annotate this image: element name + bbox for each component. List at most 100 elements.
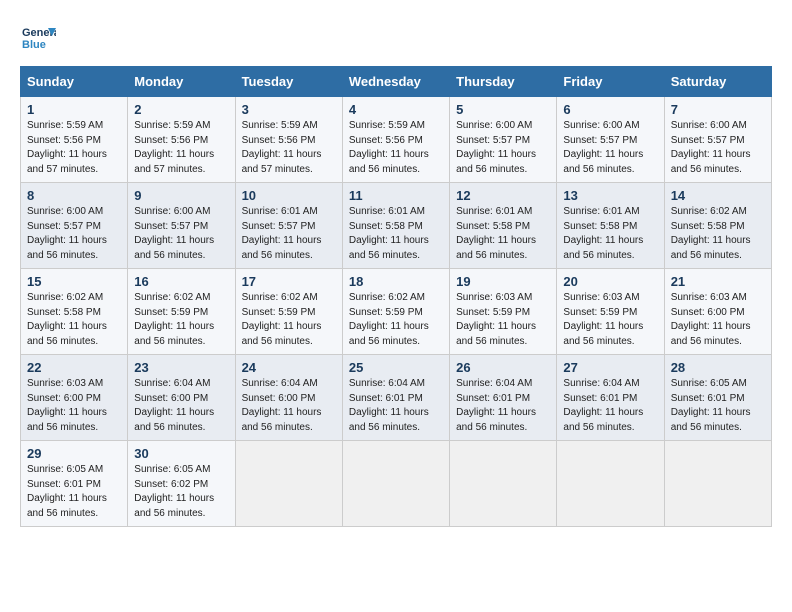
day-number: 27	[563, 360, 657, 375]
weekday-header-thursday: Thursday	[450, 67, 557, 97]
calendar-table: SundayMondayTuesdayWednesdayThursdayFrid…	[20, 66, 772, 527]
day-number: 6	[563, 102, 657, 117]
calendar-cell	[342, 441, 449, 527]
day-detail: Sunrise: 6:05 AMSunset: 6:01 PMDaylight:…	[27, 464, 107, 519]
calendar-cell: 26 Sunrise: 6:04 AMSunset: 6:01 PMDaylig…	[450, 355, 557, 441]
day-detail: Sunrise: 6:01 AMSunset: 5:57 PMDaylight:…	[242, 206, 322, 261]
day-detail: Sunrise: 6:00 AMSunset: 5:57 PMDaylight:…	[563, 120, 643, 175]
calendar-cell: 1 Sunrise: 5:59 AMSunset: 5:56 PMDayligh…	[21, 97, 128, 183]
logo-icon: General Blue	[20, 20, 56, 56]
calendar-cell: 11 Sunrise: 6:01 AMSunset: 5:58 PMDaylig…	[342, 183, 449, 269]
day-detail: Sunrise: 6:02 AMSunset: 5:58 PMDaylight:…	[27, 292, 107, 347]
day-number: 15	[27, 274, 121, 289]
day-number: 19	[456, 274, 550, 289]
day-number: 17	[242, 274, 336, 289]
day-number: 4	[349, 102, 443, 117]
day-number: 2	[134, 102, 228, 117]
day-number: 1	[27, 102, 121, 117]
calendar-cell: 4 Sunrise: 5:59 AMSunset: 5:56 PMDayligh…	[342, 97, 449, 183]
day-detail: Sunrise: 6:01 AMSunset: 5:58 PMDaylight:…	[456, 206, 536, 261]
calendar-week-5: 29 Sunrise: 6:05 AMSunset: 6:01 PMDaylig…	[21, 441, 772, 527]
day-number: 29	[27, 446, 121, 461]
calendar-cell: 7 Sunrise: 6:00 AMSunset: 5:57 PMDayligh…	[664, 97, 771, 183]
calendar-cell: 15 Sunrise: 6:02 AMSunset: 5:58 PMDaylig…	[21, 269, 128, 355]
day-number: 14	[671, 188, 765, 203]
day-number: 30	[134, 446, 228, 461]
weekday-header-friday: Friday	[557, 67, 664, 97]
day-number: 10	[242, 188, 336, 203]
calendar-cell	[557, 441, 664, 527]
day-detail: Sunrise: 6:03 AMSunset: 5:59 PMDaylight:…	[456, 292, 536, 347]
weekday-header-monday: Monday	[128, 67, 235, 97]
calendar-cell: 13 Sunrise: 6:01 AMSunset: 5:58 PMDaylig…	[557, 183, 664, 269]
calendar-week-2: 8 Sunrise: 6:00 AMSunset: 5:57 PMDayligh…	[21, 183, 772, 269]
day-detail: Sunrise: 5:59 AMSunset: 5:56 PMDaylight:…	[349, 120, 429, 175]
day-number: 23	[134, 360, 228, 375]
svg-text:Blue: Blue	[22, 39, 46, 51]
weekday-header-wednesday: Wednesday	[342, 67, 449, 97]
calendar-cell: 10 Sunrise: 6:01 AMSunset: 5:57 PMDaylig…	[235, 183, 342, 269]
day-detail: Sunrise: 5:59 AMSunset: 5:56 PMDaylight:…	[242, 120, 322, 175]
day-detail: Sunrise: 5:59 AMSunset: 5:56 PMDaylight:…	[27, 120, 107, 175]
calendar-cell: 23 Sunrise: 6:04 AMSunset: 6:00 PMDaylig…	[128, 355, 235, 441]
day-detail: Sunrise: 6:04 AMSunset: 6:01 PMDaylight:…	[349, 378, 429, 433]
page-header: General Blue	[20, 20, 772, 56]
day-detail: Sunrise: 6:05 AMSunset: 6:02 PMDaylight:…	[134, 464, 214, 519]
day-detail: Sunrise: 5:59 AMSunset: 5:56 PMDaylight:…	[134, 120, 214, 175]
day-number: 24	[242, 360, 336, 375]
calendar-cell: 5 Sunrise: 6:00 AMSunset: 5:57 PMDayligh…	[450, 97, 557, 183]
calendar-cell: 17 Sunrise: 6:02 AMSunset: 5:59 PMDaylig…	[235, 269, 342, 355]
calendar-body: 1 Sunrise: 5:59 AMSunset: 5:56 PMDayligh…	[21, 97, 772, 527]
day-detail: Sunrise: 6:00 AMSunset: 5:57 PMDaylight:…	[27, 206, 107, 261]
day-detail: Sunrise: 6:00 AMSunset: 5:57 PMDaylight:…	[671, 120, 751, 175]
calendar-cell: 25 Sunrise: 6:04 AMSunset: 6:01 PMDaylig…	[342, 355, 449, 441]
calendar-cell: 19 Sunrise: 6:03 AMSunset: 5:59 PMDaylig…	[450, 269, 557, 355]
day-number: 22	[27, 360, 121, 375]
day-number: 28	[671, 360, 765, 375]
calendar-cell: 28 Sunrise: 6:05 AMSunset: 6:01 PMDaylig…	[664, 355, 771, 441]
calendar-cell: 6 Sunrise: 6:00 AMSunset: 5:57 PMDayligh…	[557, 97, 664, 183]
weekday-header-saturday: Saturday	[664, 67, 771, 97]
day-detail: Sunrise: 6:04 AMSunset: 6:00 PMDaylight:…	[134, 378, 214, 433]
calendar-cell: 16 Sunrise: 6:02 AMSunset: 5:59 PMDaylig…	[128, 269, 235, 355]
calendar-cell: 24 Sunrise: 6:04 AMSunset: 6:00 PMDaylig…	[235, 355, 342, 441]
day-number: 3	[242, 102, 336, 117]
calendar-week-3: 15 Sunrise: 6:02 AMSunset: 5:58 PMDaylig…	[21, 269, 772, 355]
day-number: 16	[134, 274, 228, 289]
calendar-cell: 9 Sunrise: 6:00 AMSunset: 5:57 PMDayligh…	[128, 183, 235, 269]
day-detail: Sunrise: 6:00 AMSunset: 5:57 PMDaylight:…	[456, 120, 536, 175]
calendar-cell: 12 Sunrise: 6:01 AMSunset: 5:58 PMDaylig…	[450, 183, 557, 269]
calendar-cell	[450, 441, 557, 527]
day-detail: Sunrise: 6:04 AMSunset: 6:01 PMDaylight:…	[563, 378, 643, 433]
day-detail: Sunrise: 6:02 AMSunset: 5:58 PMDaylight:…	[671, 206, 751, 261]
day-number: 21	[671, 274, 765, 289]
calendar-week-4: 22 Sunrise: 6:03 AMSunset: 6:00 PMDaylig…	[21, 355, 772, 441]
day-number: 18	[349, 274, 443, 289]
day-detail: Sunrise: 6:03 AMSunset: 6:00 PMDaylight:…	[671, 292, 751, 347]
calendar-cell	[235, 441, 342, 527]
day-detail: Sunrise: 6:00 AMSunset: 5:57 PMDaylight:…	[134, 206, 214, 261]
day-detail: Sunrise: 6:02 AMSunset: 5:59 PMDaylight:…	[349, 292, 429, 347]
day-number: 9	[134, 188, 228, 203]
weekday-header-sunday: Sunday	[21, 67, 128, 97]
day-detail: Sunrise: 6:05 AMSunset: 6:01 PMDaylight:…	[671, 378, 751, 433]
day-number: 20	[563, 274, 657, 289]
day-number: 13	[563, 188, 657, 203]
calendar-cell: 21 Sunrise: 6:03 AMSunset: 6:00 PMDaylig…	[664, 269, 771, 355]
calendar-header-row: SundayMondayTuesdayWednesdayThursdayFrid…	[21, 67, 772, 97]
day-number: 26	[456, 360, 550, 375]
day-number: 8	[27, 188, 121, 203]
day-detail: Sunrise: 6:04 AMSunset: 6:01 PMDaylight:…	[456, 378, 536, 433]
day-detail: Sunrise: 6:02 AMSunset: 5:59 PMDaylight:…	[134, 292, 214, 347]
day-number: 7	[671, 102, 765, 117]
calendar-cell	[664, 441, 771, 527]
day-number: 5	[456, 102, 550, 117]
calendar-cell: 3 Sunrise: 5:59 AMSunset: 5:56 PMDayligh…	[235, 97, 342, 183]
calendar-cell: 18 Sunrise: 6:02 AMSunset: 5:59 PMDaylig…	[342, 269, 449, 355]
calendar-cell: 27 Sunrise: 6:04 AMSunset: 6:01 PMDaylig…	[557, 355, 664, 441]
day-detail: Sunrise: 6:03 AMSunset: 5:59 PMDaylight:…	[563, 292, 643, 347]
calendar-cell: 20 Sunrise: 6:03 AMSunset: 5:59 PMDaylig…	[557, 269, 664, 355]
calendar-cell: 29 Sunrise: 6:05 AMSunset: 6:01 PMDaylig…	[21, 441, 128, 527]
day-number: 11	[349, 188, 443, 203]
calendar-week-1: 1 Sunrise: 5:59 AMSunset: 5:56 PMDayligh…	[21, 97, 772, 183]
